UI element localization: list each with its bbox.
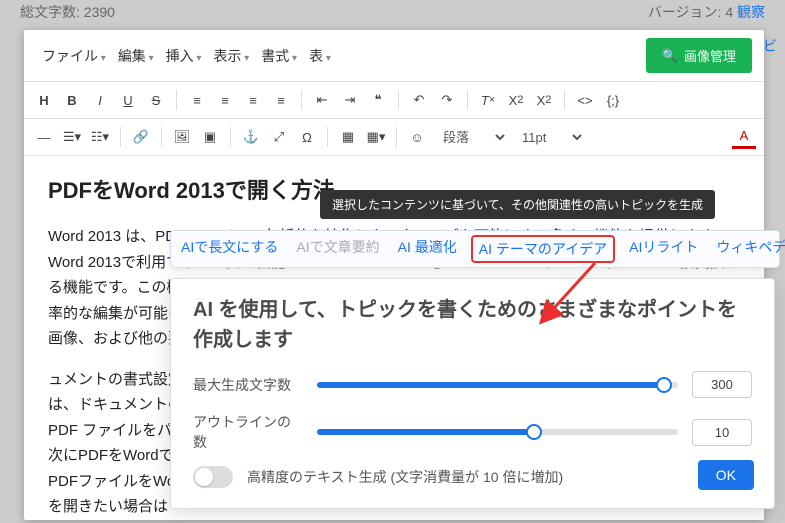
special-char-icon[interactable]: Ω	[295, 125, 319, 149]
text-color-icon[interactable]: A	[732, 125, 756, 149]
indent-more-icon[interactable]: ⇥	[338, 88, 362, 112]
superscript-icon[interactable]: X2	[532, 88, 556, 112]
max-chars-row: 最大生成文字数 300	[193, 371, 752, 398]
header-icon[interactable]: H	[32, 88, 56, 112]
search-icon: 🔍	[662, 48, 678, 64]
ai-wikipedia-link[interactable]: ウィキペディア	[716, 237, 785, 261]
menu-table[interactable]: 表	[303, 42, 337, 70]
indent-less-icon[interactable]: ⇤	[310, 88, 334, 112]
table-icon[interactable]: ▦	[336, 125, 360, 149]
align-justify-icon[interactable]: ≡	[269, 88, 293, 112]
paragraph-select[interactable]: 段落	[433, 125, 508, 149]
ai-tooltip: 選択したコンテンツに基づいて、その他関連性の高いトピックを生成	[320, 190, 715, 219]
ai-action-bar: AIで長文にする AIで文章要約 AI 最適化 AI テーマのアイデア AIリラ…	[170, 230, 780, 268]
precision-toggle-row: 高精度のテキスト生成 (文字消費量が 10 倍に増加)	[193, 466, 752, 488]
menubar: ファイル 編集 挿入 表示 書式 表 🔍 画像管理	[24, 30, 764, 82]
ai-optimize-link[interactable]: AI 最適化	[398, 237, 457, 261]
menu-format[interactable]: 書式	[255, 42, 303, 70]
menu-edit[interactable]: 編集	[112, 42, 160, 70]
image-manager-button[interactable]: 🔍 画像管理	[646, 38, 752, 73]
max-chars-value[interactable]: 300	[692, 371, 752, 398]
code-icon[interactable]: <>	[573, 88, 597, 112]
precision-toggle[interactable]	[193, 466, 233, 488]
menu-file[interactable]: ファイル	[36, 42, 112, 70]
underline-icon[interactable]: U	[116, 88, 140, 112]
quote-icon[interactable]: ❝	[366, 88, 390, 112]
align-center-icon[interactable]: ≡	[213, 88, 237, 112]
align-left-icon[interactable]: ≡	[185, 88, 209, 112]
clear-format-icon[interactable]: T×	[476, 88, 500, 112]
italic-icon[interactable]: I	[88, 88, 112, 112]
ok-button[interactable]: OK	[698, 460, 754, 490]
bold-icon[interactable]: B	[60, 88, 84, 112]
precision-toggle-label: 高精度のテキスト生成 (文字消費量が 10 倍に増加)	[247, 467, 563, 487]
strike-icon[interactable]: S	[144, 88, 168, 112]
redo-icon[interactable]: ↷	[435, 88, 459, 112]
ai-theme-idea-link[interactable]: AI テーマのアイデア	[471, 235, 615, 263]
outline-count-label: アウトラインの数	[193, 412, 303, 452]
outline-count-slider[interactable]	[317, 429, 678, 435]
undo-icon[interactable]: ↶	[407, 88, 431, 112]
panel-title: AI を使用して、トピックを書くためのさまざまなポイントを作成します	[193, 295, 752, 355]
align-right-icon[interactable]: ≡	[241, 88, 265, 112]
menu-view[interactable]: 表示	[207, 42, 255, 70]
media-icon[interactable]: ▣	[198, 125, 222, 149]
anchor-icon[interactable]: ⚓	[239, 125, 263, 149]
slider-thumb-icon[interactable]	[526, 424, 542, 440]
subscript-icon[interactable]: X2	[504, 88, 528, 112]
emoji-icon[interactable]: ☺	[405, 125, 429, 149]
fontsize-select[interactable]: 11pt	[512, 125, 585, 149]
ai-theme-panel: AI を使用して、トピックを書くためのさまざまなポイントを作成します 最大生成文…	[170, 278, 775, 509]
ai-longer-link[interactable]: AIで長文にする	[181, 237, 278, 261]
hr-icon[interactable]: —	[32, 125, 56, 149]
ai-summary-link[interactable]: AIで文章要約	[296, 237, 379, 261]
ul-icon[interactable]: ☰▾	[60, 125, 84, 149]
grid-icon[interactable]: ▦▾	[364, 125, 388, 149]
max-chars-label: 最大生成文字数	[193, 375, 303, 395]
outline-count-value[interactable]: 10	[692, 419, 752, 446]
pagebreak-icon[interactable]: ⤢	[267, 125, 291, 149]
outline-count-row: アウトラインの数 10	[193, 412, 752, 452]
slider-thumb-icon[interactable]	[656, 377, 672, 393]
source-icon[interactable]: {;}	[601, 88, 625, 112]
image-icon[interactable]: 🖼	[170, 125, 194, 149]
toolbar-row-1: H B I U S ≡ ≡ ≡ ≡ ⇤ ⇥ ❝ ↶ ↷ T× X2 X2 <> …	[24, 82, 764, 119]
link-icon[interactable]: 🔗	[129, 125, 153, 149]
toolbar-row-2: — ☰▾ ☷▾ 🔗 🖼 ▣ ⚓ ⤢ Ω ▦ ▦▾ ☺ 段落 11pt A	[24, 119, 764, 156]
max-chars-slider[interactable]	[317, 382, 678, 388]
menu-insert[interactable]: 挿入	[160, 42, 208, 70]
ai-rewrite-link[interactable]: AIリライト	[629, 237, 698, 261]
ol-icon[interactable]: ☷▾	[88, 125, 112, 149]
